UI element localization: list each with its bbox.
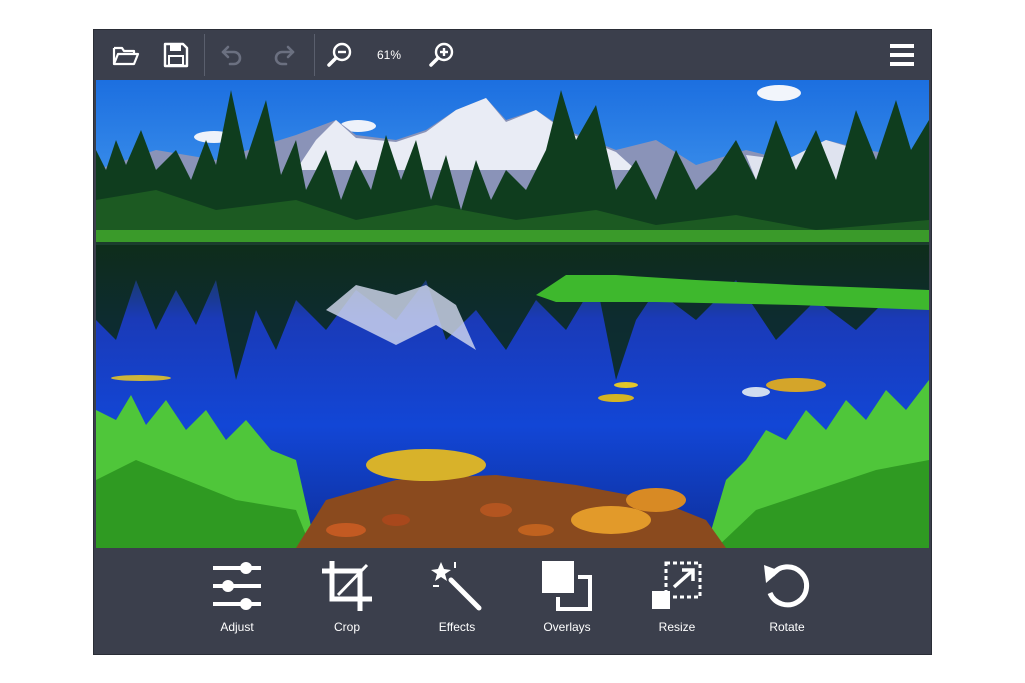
- tool-label: Crop: [333, 620, 360, 634]
- hamburger-menu-icon: [890, 44, 914, 66]
- tool-label: Resize: [658, 620, 696, 634]
- tool-adjust[interactable]: Adjust: [192, 558, 282, 648]
- undo-button[interactable]: [214, 37, 250, 73]
- tool-overlays[interactable]: Overlays: [522, 558, 612, 648]
- crop-icon: [322, 561, 372, 611]
- open-button[interactable]: [108, 37, 144, 73]
- tool-effects[interactable]: Effects: [412, 558, 502, 648]
- sliders-icon: [213, 562, 261, 610]
- zoom-in-icon: [429, 42, 454, 67]
- top-toolbar: 61%: [94, 30, 931, 80]
- toolbar-divider: [314, 34, 315, 76]
- redo-icon: [274, 45, 295, 66]
- save-icon: [163, 42, 189, 68]
- zoom-level: 61%: [376, 48, 402, 62]
- redo-button[interactable]: [266, 37, 302, 73]
- tool-label: Adjust: [220, 620, 254, 634]
- toolbar-divider: [204, 34, 205, 76]
- folder-open-icon: [112, 46, 140, 66]
- tool-label: Overlays: [543, 620, 591, 634]
- photo-editor: 61% Adjust Crop Effects Overlays Resize …: [93, 29, 932, 655]
- zoom-out-button[interactable]: [322, 37, 358, 73]
- image-canvas[interactable]: [96, 80, 929, 548]
- tool-label: Rotate: [769, 620, 805, 634]
- menu-button[interactable]: [884, 37, 920, 73]
- overlays-icon: [542, 561, 592, 611]
- rotate-icon: [764, 564, 810, 608]
- tool-crop[interactable]: Crop: [302, 558, 392, 648]
- magic-wand-icon: [431, 562, 482, 611]
- resize-icon: [652, 561, 702, 609]
- tool-resize[interactable]: Resize: [632, 558, 722, 648]
- tool-rotate[interactable]: Rotate: [742, 558, 832, 648]
- undo-icon: [221, 45, 242, 66]
- tool-label: Effects: [438, 620, 476, 634]
- zoom-in-button[interactable]: [424, 37, 460, 73]
- bottom-toolbar: Adjust Crop Effects Overlays Resize Rota…: [94, 550, 931, 654]
- zoom-out-icon: [327, 42, 352, 67]
- landscape-photo: [96, 80, 929, 548]
- save-button[interactable]: [158, 37, 194, 73]
